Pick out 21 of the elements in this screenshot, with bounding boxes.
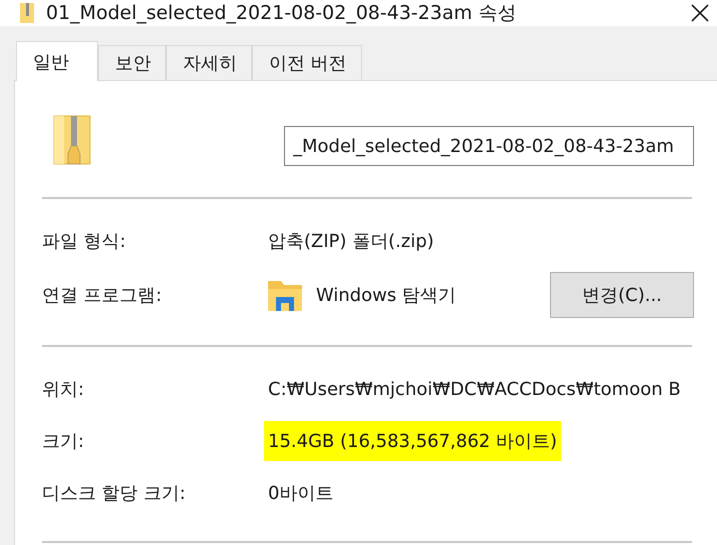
- window-title: 01_Model_selected_2021-08-02_08-43-23am 속성: [46, 1, 518, 26]
- close-icon[interactable]: [691, 4, 709, 22]
- folder-icon: [268, 279, 302, 311]
- property-value: Windows 탐색기: [316, 284, 456, 307]
- name-field[interactable]: _Model_selected_2021-08-02_08-43-23am: [284, 126, 694, 166]
- zip-folder-icon: [20, 3, 34, 23]
- tab[interactable]: 일반: [16, 41, 98, 81]
- tab[interactable]: 이전 버전: [252, 45, 362, 80]
- property-label: 위치:: [42, 378, 86, 401]
- property-label: 크기:: [42, 430, 86, 453]
- zip-folder-icon: [52, 114, 92, 166]
- highlighted-value: 15.4GB (16,583,567,862 바이트): [264, 421, 562, 461]
- property-label: 디스크 할당 크기:: [42, 482, 187, 505]
- property-value: C:₩Users₩mjchoi₩DC₩ACCDocs₩tomoon B: [268, 378, 681, 400]
- tab[interactable]: 보안: [98, 45, 166, 80]
- property-value: 압축(ZIP) 폴더(.zip): [268, 230, 434, 253]
- property-label: 파일 형식:: [42, 230, 127, 253]
- change-button[interactable]: 변경(C)...: [550, 272, 694, 318]
- property-value: 0바이트: [268, 482, 334, 505]
- property-label: 연결 프로그램:: [42, 284, 163, 307]
- tab[interactable]: 자세히: [166, 45, 252, 80]
